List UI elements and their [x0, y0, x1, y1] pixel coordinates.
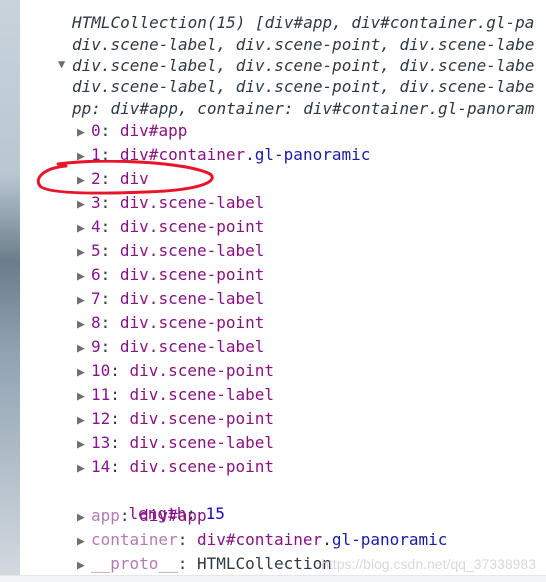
node-value: div.scene-point	[129, 361, 275, 380]
collection-summary-line-1: HTMLCollection(15) [div#app, div#contain…	[72, 13, 535, 32]
expand-arrow-icon[interactable]: ▶	[77, 362, 91, 384]
node-value: div.scene-label	[119, 241, 265, 260]
property-key: 0	[91, 121, 101, 140]
collection-summary-line-2: div.scene-label, div.scene-point, div.sc…	[72, 35, 535, 54]
property-key: 4	[91, 217, 101, 236]
collection-item-row[interactable]: ▶ 9: div.scene-label	[77, 336, 264, 358]
node-value: div.scene-label	[129, 433, 275, 452]
collection-summary-line-4: div.scene-label, div.scene-point, div.sc…	[72, 77, 535, 96]
watermark: https://blog.csdn.net/qq_37338983	[321, 556, 536, 572]
property-key: 9	[91, 337, 101, 356]
expand-arrow-icon[interactable]: ▶	[77, 555, 91, 577]
property-key: 3	[91, 193, 101, 212]
node-value: div	[119, 169, 149, 188]
expand-arrow-icon[interactable]: ▶	[77, 242, 91, 264]
expand-arrow-icon[interactable]: ▶	[77, 531, 91, 553]
property-key: 7	[91, 289, 101, 308]
node-value: div.scene-label	[119, 193, 265, 212]
expand-arrow-icon[interactable]: ▶	[77, 338, 91, 360]
collection-item-row[interactable]: ▶ 6: div.scene-point	[77, 264, 264, 286]
node-value: div#container	[119, 145, 246, 164]
collection-item-row[interactable]: ▶ 5: div.scene-label	[77, 240, 264, 262]
expand-arrow-icon[interactable]: ▶	[77, 290, 91, 312]
property-value: 15	[205, 504, 225, 523]
collection-item-row[interactable]: ▶ 2: div	[77, 168, 149, 190]
collection-item-row[interactable]: ▶ 11: div.scene-label	[77, 384, 274, 406]
node-value: div.scene-label	[129, 385, 275, 404]
collection-item-row[interactable]: ▶ 3: div.scene-label	[77, 192, 264, 214]
expand-arrow-icon[interactable]: ▶	[77, 458, 91, 480]
property-key: 12	[91, 409, 111, 428]
property-key: 10	[91, 361, 111, 380]
property-key: 13	[91, 433, 111, 452]
collection-item-row[interactable]: ▶ 8: div.scene-point	[77, 312, 264, 334]
expand-arrow-icon[interactable]: ▶	[77, 146, 91, 168]
collection-summary-line-5: pp: div#app, container: div#container.gl…	[72, 99, 535, 118]
prop-item-row[interactable]: ▶ container: div#container.gl-panoramic	[77, 529, 447, 551]
collection-item-row[interactable]: ▶ 4: div.scene-point	[77, 216, 264, 238]
background-panel	[0, 0, 20, 582]
expand-arrow-icon[interactable]: ▶	[77, 266, 91, 288]
property-key: 11	[91, 385, 111, 404]
prop-item-row[interactable]: ▶ app: div#app	[77, 505, 207, 527]
expand-arrow-icon[interactable]: ▶	[77, 386, 91, 408]
collection-item-row[interactable]: ▶ 13: div.scene-label	[77, 432, 274, 454]
property-key: __proto__	[91, 554, 178, 573]
node-value: div#app	[139, 506, 207, 525]
node-value: div.scene-point	[119, 313, 265, 332]
node-value: div#app	[119, 121, 188, 140]
property-key: 6	[91, 265, 101, 284]
node-value: div.scene-label	[119, 289, 265, 308]
collapse-arrow-icon[interactable]: ▼	[58, 57, 65, 71]
collection-item-row[interactable]: ▶ 7: div.scene-label	[77, 288, 264, 310]
property-key: app	[91, 506, 120, 525]
length-property: length: 15	[128, 504, 225, 523]
collection-summary-line-3[interactable]: div.scene-label, div.scene-point, div.sc…	[72, 55, 534, 77]
property-key: 8	[91, 313, 101, 332]
property-key: 5	[91, 241, 101, 260]
expand-arrow-icon[interactable]: ▶	[77, 194, 91, 216]
collection-item-row[interactable]: ▶ 0: div#app	[77, 120, 187, 142]
node-value: div.scene-point	[129, 409, 275, 428]
collection-item-row[interactable]: ▶ 12: div.scene-point	[77, 408, 274, 430]
property-key: 2	[91, 169, 101, 188]
expand-arrow-icon[interactable]: ▶	[77, 218, 91, 240]
console-output: HTMLCollection(15) [div#app, div#contain…	[20, 0, 546, 582]
node-class: .gl-panoramic	[322, 530, 448, 549]
property-key: container	[91, 530, 178, 549]
collection-item-row[interactable]: ▶ 1: div#container.gl-panoramic	[77, 144, 370, 166]
expand-arrow-icon[interactable]: ▶	[77, 507, 91, 529]
collection-item-row[interactable]: ▶ 14: div.scene-point	[77, 456, 274, 478]
node-value: div.scene-point	[129, 457, 275, 476]
node-value: div.scene-label	[119, 337, 265, 356]
collection-item-row[interactable]: ▶ 10: div.scene-point	[77, 360, 274, 382]
property-key: 1	[91, 145, 101, 164]
expand-arrow-icon[interactable]: ▶	[77, 170, 91, 192]
prop-item-row[interactable]: ▶ __proto__: HTMLCollection	[77, 553, 332, 575]
node-class: .gl-panoramic	[245, 145, 371, 164]
node-value: HTMLCollection	[196, 554, 332, 573]
expand-arrow-icon[interactable]: ▶	[77, 122, 91, 144]
expand-arrow-icon[interactable]: ▶	[77, 410, 91, 432]
property-key: 14	[91, 457, 111, 476]
bottom-bar	[0, 575, 546, 582]
node-value: div.scene-point	[119, 217, 265, 236]
node-value: div#container	[196, 530, 323, 549]
node-value: div.scene-point	[119, 265, 265, 284]
expand-arrow-icon[interactable]: ▶	[77, 434, 91, 456]
expand-arrow-icon[interactable]: ▶	[77, 314, 91, 336]
